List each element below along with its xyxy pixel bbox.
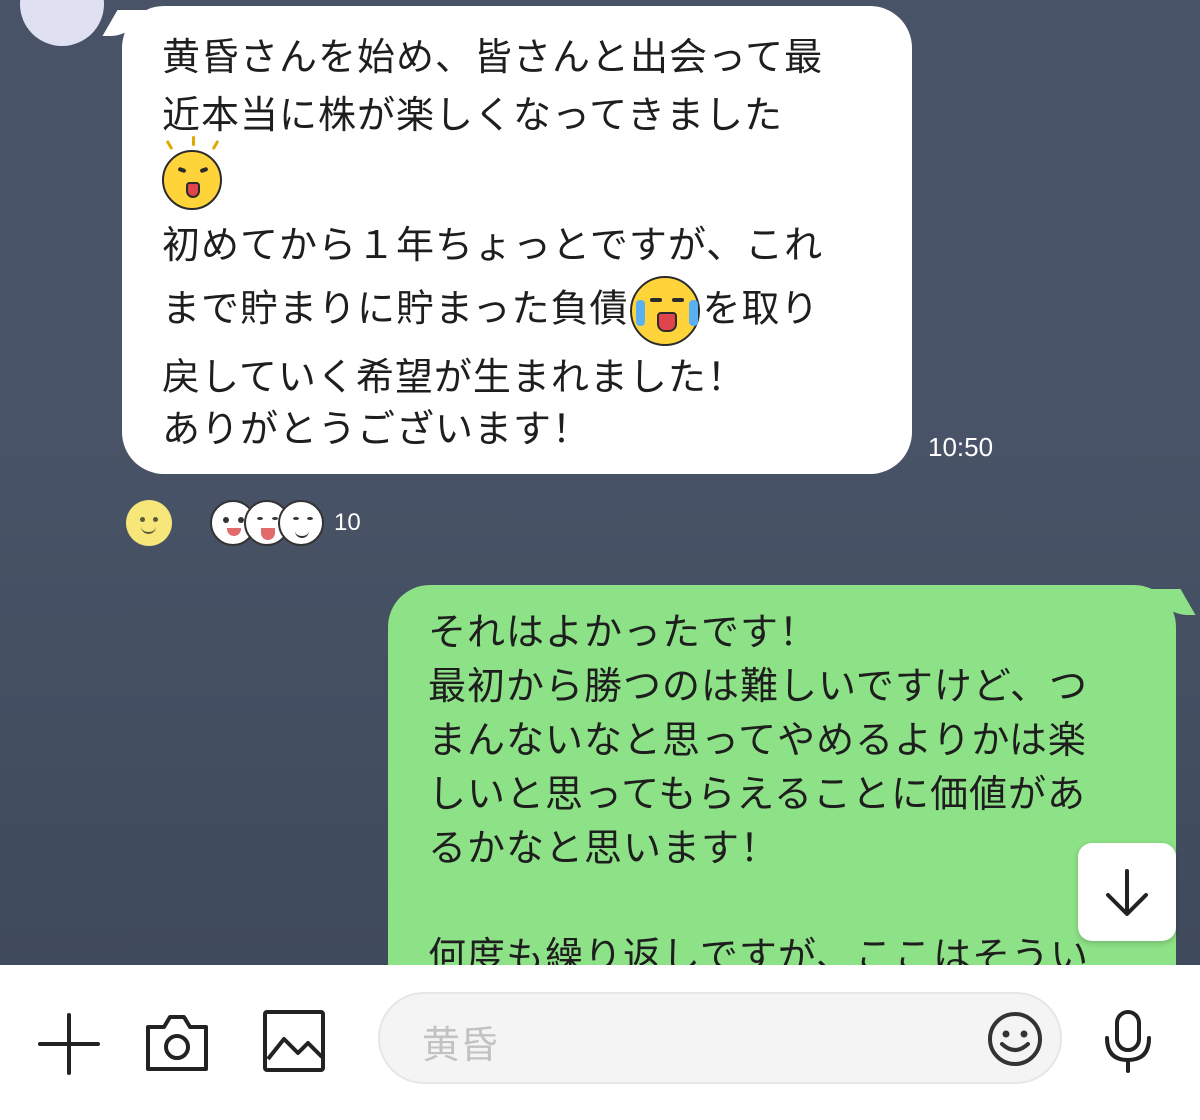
- message-emoji-line: [162, 135, 222, 210]
- message-line: 近本当に株が楽しくなってきました: [162, 93, 783, 137]
- message-line: まんないなと思ってやめるよりかは楽: [428, 718, 1087, 762]
- message-line: 黄昏さんを始め、皆さんと出会って最: [162, 35, 824, 79]
- message-line-part: を取り: [702, 286, 820, 331]
- emoji-icon: [988, 1012, 1042, 1066]
- chat-area[interactable]: 黄昏さんを始め、皆さんと出会って最 近本当に株が楽しくなってきました 初めてから…: [0, 0, 1200, 965]
- image-button[interactable]: [262, 1009, 326, 1077]
- microphone-button[interactable]: [1098, 1008, 1158, 1078]
- excited-face-emoji: [162, 135, 222, 210]
- plus-icon: [38, 1013, 100, 1075]
- message-line: それはよかったです！: [428, 610, 819, 654]
- message-line: 初めてから１年ちょっとですが、これ: [162, 223, 824, 267]
- reaction-count: 10: [334, 509, 361, 536]
- microphone-icon: [1105, 1010, 1151, 1073]
- arrow-down-icon: [1106, 869, 1148, 916]
- message-line: しいと思ってもらえることに価値があ: [428, 772, 1087, 816]
- scroll-to-bottom-button[interactable]: [1078, 843, 1176, 941]
- outgoing-message-bubble[interactable]: それはよかったです！ 最初から勝つのは難しいですけど、つ まんないなと思ってやめ…: [388, 585, 1176, 965]
- message-line: 最初から勝つのは難しいですけど、つ: [428, 664, 1088, 708]
- camera-button[interactable]: [144, 1011, 210, 1077]
- reaction-list[interactable]: [210, 500, 340, 550]
- crying-laughing-face-emoji: [630, 276, 701, 346]
- image-icon: [263, 1010, 325, 1072]
- message-input[interactable]: 黄昏: [378, 992, 1062, 1084]
- smiling-face-reaction-icon: [278, 500, 324, 546]
- emoji-button[interactable]: [986, 1010, 1044, 1072]
- message-line: 何度も繰り返しですが、ここはそうい: [428, 934, 1090, 965]
- camera-icon: [146, 1015, 208, 1071]
- smiley-reaction-icon: [140, 517, 145, 522]
- message-line-part: まで貯まりに貯まった負債: [162, 286, 629, 331]
- sender-avatar[interactable]: [20, 0, 104, 46]
- message-line: ありがとうございます！: [162, 407, 592, 451]
- message-line-with-emoji: まで貯まりに貯まった負債 を取り: [162, 276, 820, 346]
- add-reaction-button[interactable]: [126, 500, 172, 546]
- message-line: るかなと思います！: [428, 826, 780, 870]
- message-timestamp: 10:50: [928, 432, 994, 462]
- incoming-message-bubble[interactable]: 黄昏さんを始め、皆さんと出会って最 近本当に株が楽しくなってきました 初めてから…: [122, 6, 912, 474]
- plus-button[interactable]: [36, 1011, 102, 1081]
- message-input-placeholder: 黄昏: [422, 1023, 499, 1067]
